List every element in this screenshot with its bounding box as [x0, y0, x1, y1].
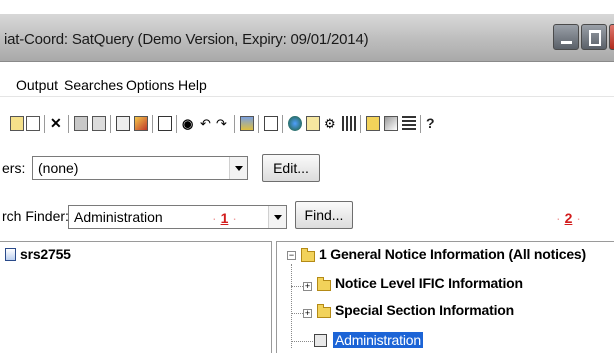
- list-icon[interactable]: [402, 116, 416, 131]
- find-icon[interactable]: ◉: [182, 116, 196, 131]
- toolbar-separator: [176, 115, 177, 133]
- options-icon[interactable]: [384, 116, 398, 131]
- copy-icon[interactable]: [74, 116, 88, 131]
- refresh-icon[interactable]: [366, 116, 380, 131]
- toolbar-separator: [68, 115, 69, 133]
- menu-output[interactable]: Output: [16, 77, 58, 93]
- document-icon: [5, 248, 16, 261]
- tree-item[interactable]: Notice Level IFIC Information: [335, 275, 523, 291]
- menu-bar: Output Searches Options Help: [0, 62, 614, 96]
- toolbar-separator: [420, 115, 421, 133]
- print-icon[interactable]: [116, 116, 130, 131]
- expand-icon[interactable]: +: [303, 282, 312, 291]
- search-finder-row: rch Finder: Administration · 1 · Find...…: [0, 190, 614, 240]
- annotation-marker-1: · 1 ·: [212, 210, 237, 226]
- undo-icon[interactable]: ↶: [200, 116, 214, 131]
- annotation-marker-2: · 2 ·: [556, 210, 581, 226]
- close-button[interactable]: [609, 24, 614, 50]
- tree-line: [291, 341, 313, 342]
- results-list-pane: srs2755: [0, 241, 272, 353]
- list-item[interactable]: srs2755: [20, 246, 71, 262]
- redo-icon[interactable]: ↷: [216, 116, 230, 131]
- find-button[interactable]: Find...: [295, 201, 353, 229]
- edit-icon[interactable]: [158, 116, 172, 131]
- toolbar-separator: [282, 115, 283, 133]
- search-finder-value: Administration: [74, 209, 163, 225]
- dropdown-arrow-icon[interactable]: [268, 206, 286, 228]
- toolbar: ✕ ◉ ↶ ↷ ⚙ ?: [0, 96, 614, 145]
- menu-options[interactable]: Options: [126, 77, 174, 93]
- tree-line: [291, 264, 292, 348]
- new-icon[interactable]: [10, 116, 24, 131]
- toolbar-separator: [110, 115, 111, 133]
- filters-combobox[interactable]: (none): [32, 156, 248, 180]
- dropdown-arrow-icon[interactable]: [229, 157, 247, 179]
- toolbar-separator: [44, 115, 45, 133]
- filters-value: (none): [38, 160, 79, 176]
- query-item-icon: [314, 334, 327, 347]
- window-title: iat-Coord: SatQuery (Demo Version, Expir…: [4, 31, 369, 48]
- title-bar: iat-Coord: SatQuery (Demo Version, Expir…: [0, 14, 614, 62]
- filter-icon[interactable]: [240, 116, 254, 131]
- settings-icon[interactable]: [264, 116, 278, 131]
- menu-searches[interactable]: Searches: [64, 77, 123, 93]
- toolbar-separator: [258, 115, 259, 133]
- globe-icon[interactable]: [288, 116, 302, 131]
- folder-icon: [317, 304, 331, 318]
- minimize-button[interactable]: [553, 24, 579, 50]
- paste-icon[interactable]: [92, 116, 106, 131]
- filters-row: ers: (none) Edit...: [0, 144, 614, 190]
- properties-icon[interactable]: [134, 116, 148, 131]
- maximize-button[interactable]: [581, 24, 607, 50]
- toolbar-separator: [360, 115, 361, 133]
- edit-button[interactable]: Edit...: [262, 154, 320, 182]
- top-strip: [0, 0, 614, 14]
- book-icon[interactable]: [306, 116, 320, 131]
- tree-item-selected[interactable]: Administration: [333, 332, 423, 348]
- help-icon[interactable]: ?: [426, 116, 440, 131]
- menu-help[interactable]: Help: [178, 77, 207, 93]
- cut-icon[interactable]: ✕: [50, 116, 64, 131]
- toolbar-separator: [152, 115, 153, 133]
- folder-open-icon: [301, 248, 315, 262]
- open-icon[interactable]: [26, 116, 40, 131]
- tree-root[interactable]: 1 General Notice Information (All notice…: [319, 246, 586, 262]
- expand-icon[interactable]: +: [303, 309, 312, 318]
- folder-icon: [317, 277, 331, 291]
- collapse-icon[interactable]: −: [287, 251, 296, 260]
- search-finder-label: rch Finder:: [2, 208, 69, 224]
- notice-tree-pane: − 1 General Notice Information (All noti…: [276, 241, 614, 353]
- search-finder-combobox[interactable]: Administration: [68, 205, 287, 229]
- tools-icon[interactable]: ⚙: [324, 116, 338, 131]
- tree-item[interactable]: Special Section Information: [335, 302, 514, 318]
- grid-icon[interactable]: [342, 116, 356, 131]
- filters-label: ers:: [2, 160, 26, 176]
- toolbar-separator: [234, 115, 235, 133]
